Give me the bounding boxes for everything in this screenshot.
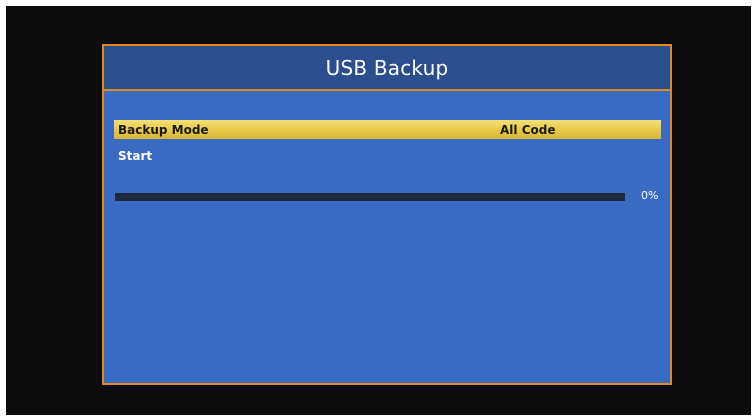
backup-mode-value: All Code <box>500 122 556 137</box>
progress-percent: 0% <box>641 189 659 202</box>
backup-progress-bar <box>115 193 625 201</box>
dialog-title: USB Backup <box>325 55 449 80</box>
menu-item-start[interactable]: Start <box>114 146 661 165</box>
tv-screen: USB Backup Backup Mode All Code Start 0% <box>6 6 751 415</box>
start-label: Start <box>118 148 153 163</box>
backup-mode-label: Backup Mode <box>118 122 209 137</box>
dialog-title-bar: USB Backup <box>104 46 670 91</box>
usb-backup-dialog: USB Backup Backup Mode All Code Start 0% <box>102 44 672 385</box>
menu-item-backup-mode[interactable]: Backup Mode All Code <box>114 120 661 139</box>
